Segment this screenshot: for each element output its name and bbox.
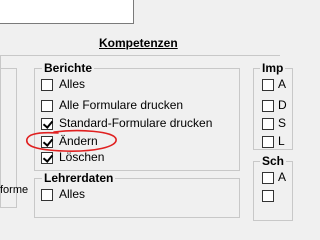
right-top-checkbox-3[interactable] xyxy=(262,118,274,130)
standard-formulare-drucken-checkbox[interactable] xyxy=(41,118,53,130)
lehrerdaten-alles-checkbox[interactable] xyxy=(41,189,53,201)
loeschen-checkbox[interactable] xyxy=(41,152,53,164)
berichte-legend: Berichte xyxy=(42,61,95,75)
right-top-label-2[interactable]: D xyxy=(278,98,287,112)
right-top-label-3[interactable]: S xyxy=(278,116,286,130)
outer-frame-top xyxy=(0,55,280,56)
right-bottom-label-1[interactable]: A xyxy=(278,170,286,184)
berichte-alles-checkbox[interactable] xyxy=(41,79,53,91)
top-text-input[interactable] xyxy=(0,0,134,24)
aendern-checkbox[interactable] xyxy=(41,136,53,148)
aendern-label[interactable]: Ändern xyxy=(59,134,98,148)
right-top-label-4[interactable]: L xyxy=(278,134,285,148)
alle-formulare-drucken-checkbox[interactable] xyxy=(41,100,53,112)
lehrerdaten-legend: Lehrerdaten xyxy=(42,171,116,185)
lehrerdaten-alles-label[interactable]: Alles xyxy=(59,187,85,201)
right-top-checkbox-1[interactable] xyxy=(262,79,274,91)
right-bottom-checkbox-2[interactable] xyxy=(262,190,274,202)
right-bottom-legend: Sch xyxy=(260,154,287,168)
right-bottom-checkbox-1[interactable] xyxy=(262,172,274,184)
right-top-checkbox-4[interactable] xyxy=(262,136,274,148)
loeschen-label[interactable]: Löschen xyxy=(59,150,104,164)
standard-formulare-drucken-label[interactable]: Standard-Formulare drucken xyxy=(59,116,212,130)
right-top-label-1[interactable]: A xyxy=(278,77,286,91)
berichte-alles-label[interactable]: Alles xyxy=(59,77,85,91)
right-top-legend: Imp xyxy=(260,61,286,75)
section-title: Kompetenzen xyxy=(99,36,178,50)
alle-formulare-drucken-label[interactable]: Alle Formulare drucken xyxy=(59,98,183,112)
left-panel-cut-label: forme xyxy=(0,184,29,196)
right-top-checkbox-2[interactable] xyxy=(262,100,274,112)
